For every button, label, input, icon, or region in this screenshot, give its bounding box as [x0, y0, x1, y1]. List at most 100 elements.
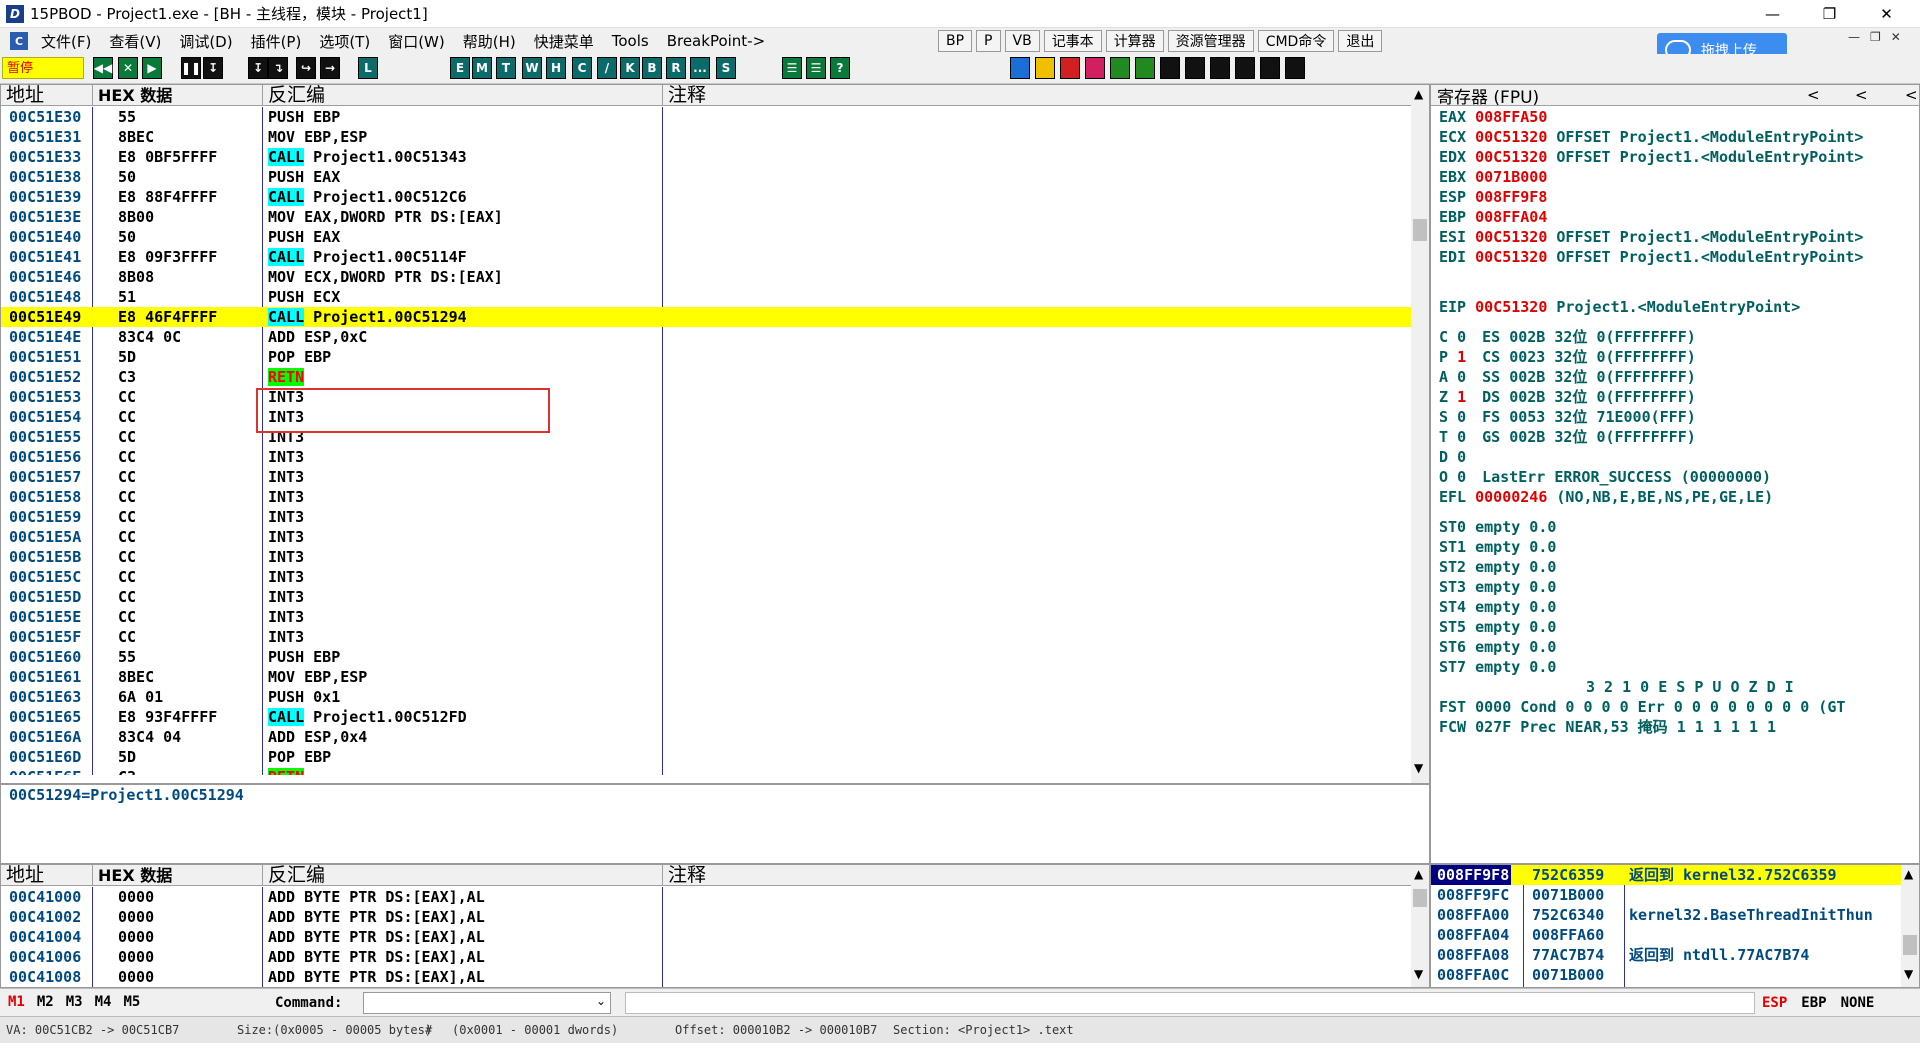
plugin-button[interactable]: 记事本	[1043, 30, 1102, 52]
stack-row[interactable]: 008FFA00 752C6340 kernel32.BaseThreadInitT…	[1431, 905, 1901, 925]
toolbar-blank-icon[interactable]	[1185, 57, 1205, 79]
register-row-efl[interactable]: EFL 00000246 (NO,NB,E,BE,NS,PE,GE,LE)	[1439, 487, 1773, 507]
toolbar-button[interactable]: H	[546, 57, 566, 79]
dump-col-disassembly[interactable]: 反汇编	[263, 865, 663, 886]
menu-item[interactable]: 查看(V)	[100, 31, 170, 52]
register-row[interactable]: EAX 008FFA50	[1439, 107, 1547, 127]
toolbar-button[interactable]: ✕	[118, 57, 138, 79]
disasm-row[interactable]: 00C51E5D CC INT3	[1, 587, 1411, 607]
fpu-row[interactable]: ST0 empty 0.0	[1439, 517, 1556, 537]
disassembly-list[interactable]: 00C51E30 55 PUSH EBP 00C51E31 8BEC MOV EBP,ES…	[1, 107, 1411, 775]
flag-row[interactable]: D 0	[1439, 447, 1482, 467]
toolbar-button[interactable]: L	[358, 57, 378, 79]
disasm-row[interactable]: 00C51E54 CC INT3	[1, 407, 1411, 427]
dump-col-address[interactable]: 地址	[1, 865, 93, 886]
toolbar-button[interactable]: C	[572, 57, 592, 79]
fpu-row[interactable]: ST7 empty 0.0	[1439, 657, 1556, 677]
fpu-row[interactable]: ST5 empty 0.0	[1439, 617, 1556, 637]
toolbar-plugin-icon[interactable]	[1035, 57, 1055, 79]
stack-row[interactable]: 008FF9FC 0071B000	[1431, 885, 1901, 905]
register-value[interactable]: 008FF9F8	[1475, 188, 1547, 206]
flag-row[interactable]: A 0 SS 002B 32位 0(FFFFFFFF)	[1439, 367, 1696, 387]
flag-value[interactable]: 0	[1457, 428, 1466, 446]
stack-scrollbar[interactable]: ▲ ▼	[1901, 865, 1919, 987]
stack-scroll-up-icon[interactable]: ▲	[1904, 867, 1913, 881]
minimize-button[interactable]: —	[1744, 0, 1801, 28]
disasm-row[interactable]: 00C51E61 8BEC MOV EBP,ESP	[1, 667, 1411, 687]
toolbar-blank-icon[interactable]	[1285, 57, 1305, 79]
dump-scroll-thumb[interactable]	[1413, 889, 1427, 907]
disasm-row[interactable]: 00C51E39 E8 88F4FFFF CALL Project1.00C512C…	[1, 187, 1411, 207]
register-selector-item[interactable]: EBP	[1801, 995, 1826, 1011]
mdi-control-button[interactable]: —	[1848, 30, 1860, 44]
command-input[interactable]: ⌄	[363, 992, 611, 1014]
register-selector-item[interactable]: NONE	[1841, 995, 1875, 1011]
menu-item[interactable]: 调试(D)	[170, 31, 241, 52]
stack-row[interactable]: 008FFA08 77AC7B74 返回到 ntdll.77AC7B74	[1431, 945, 1901, 965]
dump-row[interactable]: 00C41004 0000 ADD BYTE PTR DS:[EAX],AL	[1, 927, 1411, 947]
col-address[interactable]: 地址	[1, 85, 93, 106]
toolbar-button[interactable]: T	[496, 57, 516, 79]
fpu-row[interactable]: ST3 empty 0.0	[1439, 577, 1556, 597]
disasm-row[interactable]: 00C51E56 CC INT3	[1, 447, 1411, 467]
registers-list[interactable]: EAX 008FFA50 ECX 00C51320 OFFSET Project…	[1431, 107, 1919, 863]
memory-tab[interactable]: M2	[37, 994, 54, 1010]
plugin-button[interactable]: 退出	[1338, 30, 1383, 52]
flag-value[interactable]: 0	[1457, 468, 1466, 486]
registers-nav-prev[interactable]: <	[1807, 86, 1820, 104]
disasm-row[interactable]: 00C51E6A 83C4 04 ADD ESP,0x4	[1, 727, 1411, 747]
dump-col-comment[interactable]: 注释	[663, 865, 1411, 886]
register-value[interactable]: 00C51320	[1475, 228, 1547, 246]
toolbar-button[interactable]: S	[716, 57, 736, 79]
disasm-row[interactable]: 00C51E38 50 PUSH EAX	[1, 167, 1411, 187]
dump-row[interactable]: 00C41002 0000 ADD BYTE PTR DS:[EAX],AL	[1, 907, 1411, 927]
chevron-down-icon[interactable]: ⌄	[596, 994, 606, 1008]
flag-row[interactable]: P 1 CS 0023 32位 0(FFFFFFFF)	[1439, 347, 1696, 367]
memory-tab[interactable]: M5	[123, 994, 140, 1010]
menu-item[interactable]: 插件(P)	[242, 31, 311, 52]
flag-value[interactable]: 1	[1457, 348, 1466, 366]
fpu-row[interactable]: ST2 empty 0.0	[1439, 557, 1556, 577]
toolbar-button[interactable]: ...	[690, 57, 710, 79]
toolbar-button[interactable]: ☰	[806, 57, 826, 79]
disasm-row[interactable]: 00C51E60 55 PUSH EBP	[1, 647, 1411, 667]
toolbar-plugin-icon[interactable]	[1010, 57, 1030, 79]
disasm-row[interactable]: 00C51E40 50 PUSH EAX	[1, 227, 1411, 247]
disasm-row[interactable]: 00C51E5B CC INT3	[1, 547, 1411, 567]
disasm-row[interactable]: 00C51E4E 83C4 0C ADD ESP,0xC	[1, 327, 1411, 347]
menu-item[interactable]: 文件(F)	[32, 31, 100, 52]
disasm-row[interactable]: 00C51E46 8B08 MOV ECX,DWORD PTR DS:[EAX]	[1, 267, 1411, 287]
flag-value[interactable]: 0	[1457, 408, 1466, 426]
plugin-button[interactable]: CMD命令	[1257, 30, 1335, 52]
toolbar-button[interactable]: B	[642, 57, 662, 79]
plugin-button[interactable]: BP	[938, 30, 973, 52]
disasm-row[interactable]: 00C51E58 CC INT3	[1, 487, 1411, 507]
disasm-row[interactable]: 00C51E57 CC INT3	[1, 467, 1411, 487]
stack-row[interactable]: 008FFA04 008FFA60	[1431, 925, 1901, 945]
stack-scroll-thumb[interactable]	[1903, 935, 1917, 955]
toolbar-plugin-icon[interactable]	[1085, 57, 1105, 79]
toolbar-button[interactable]: ↪	[296, 57, 316, 79]
dump-list[interactable]: 00C41000 0000 ADD BYTE PTR DS:[EAX],AL 00C4…	[1, 887, 1411, 987]
col-hex[interactable]: HEX 数据	[93, 85, 263, 106]
toolbar-plugin-icon[interactable]	[1060, 57, 1080, 79]
disasm-row[interactable]: 00C51E3E 8B00 MOV EAX,DWORD PTR DS:[EAX]	[1, 207, 1411, 227]
mdi-child-icon[interactable]: C	[10, 32, 28, 50]
scroll-thumb[interactable]	[1413, 219, 1427, 241]
dump-row[interactable]: 00C41006 0000 ADD BYTE PTR DS:[EAX],AL	[1, 947, 1411, 967]
register-row[interactable]: ESP 008FF9F8	[1439, 187, 1547, 207]
disasm-row[interactable]: 00C51E41 E8 09F3FFFF CALL Project1.00C5114…	[1, 247, 1411, 267]
menu-item[interactable]: Tools	[603, 32, 658, 50]
memory-tab[interactable]: M1	[8, 994, 25, 1010]
toolbar-button[interactable]: /	[597, 57, 617, 79]
disasm-row[interactable]: 00C51E31 8BEC MOV EBP,ESP	[1, 127, 1411, 147]
register-row[interactable]: EBP 008FFA04	[1439, 207, 1547, 227]
scroll-down-icon[interactable]: ▼	[1414, 761, 1423, 775]
menu-item[interactable]: 快捷菜单	[525, 31, 603, 52]
toolbar-button[interactable]: ◀◀	[93, 57, 113, 79]
fpu-fst-row[interactable]: FST 0000 Cond 0 0 0 0 Err 0 0 0 0 0 0 0 …	[1439, 697, 1845, 717]
dump-col-hex[interactable]: HEX 数据	[93, 865, 263, 886]
toolbar-button[interactable]: ↧	[203, 57, 223, 79]
disasm-row[interactable]: 00C51E53 CC INT3	[1, 387, 1411, 407]
disasm-row[interactable]: 00C51E5E CC INT3	[1, 607, 1411, 627]
